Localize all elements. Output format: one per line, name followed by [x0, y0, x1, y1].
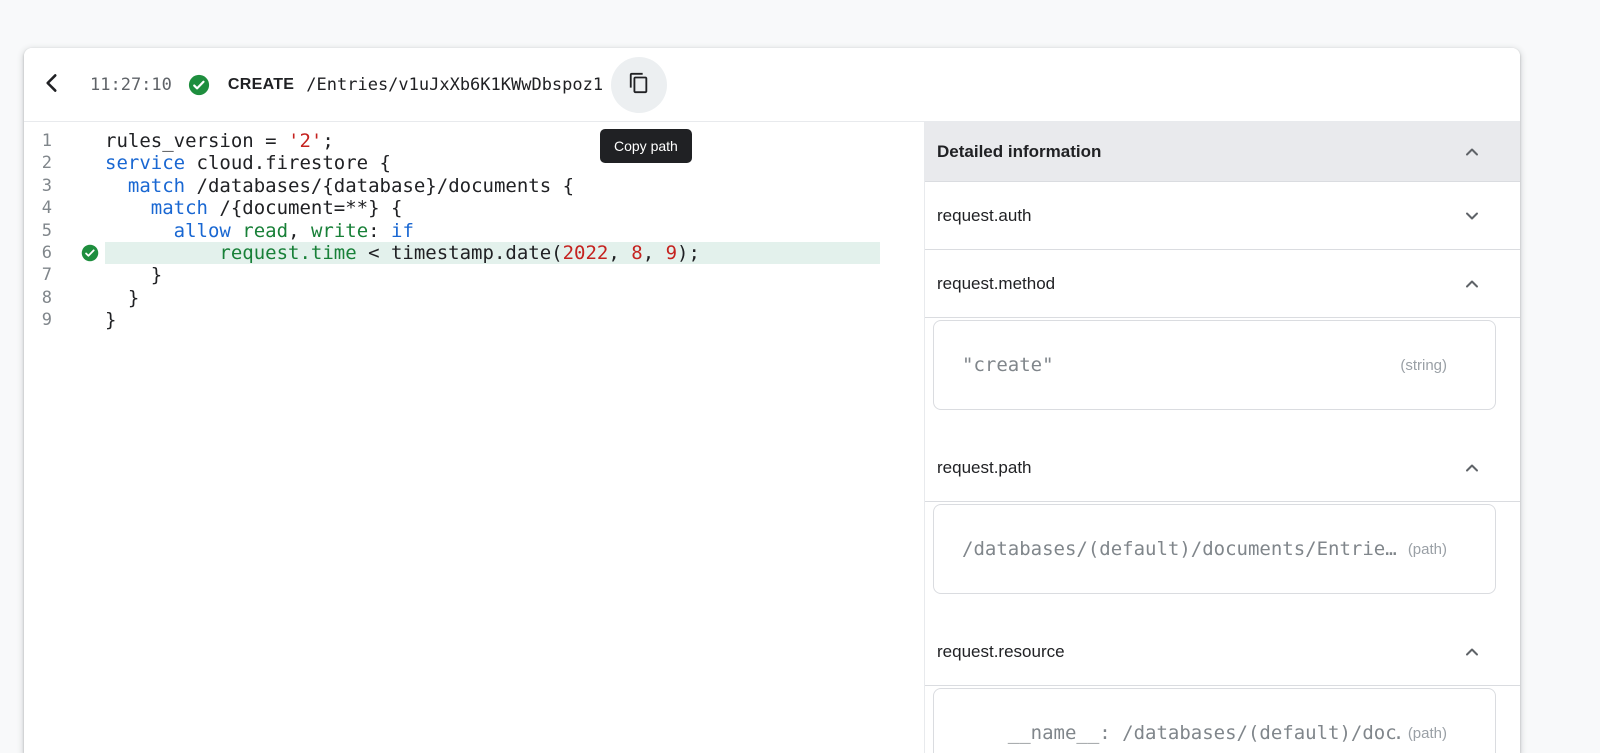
- code-lines: 1 rules_version = '2'; 2 service cloud.fire…: [24, 130, 924, 332]
- request-method-label: CREATE: [228, 76, 294, 94]
- line-number-gutter: 7: [24, 264, 105, 286]
- chevron-up-icon: [1460, 272, 1484, 296]
- code-line-8: 8 }: [24, 287, 924, 309]
- code-line-7: 7 }: [24, 264, 924, 286]
- chevron-up-icon: [1460, 456, 1484, 480]
- copy-path-tooltip: Copy path: [600, 129, 692, 163]
- chevron-up-icon: [1460, 140, 1484, 164]
- details-sections: request.auth request.method "create" (strin…: [925, 182, 1520, 753]
- section-label: request.path: [937, 458, 1032, 478]
- code-line-text: match /{document=**} {: [105, 197, 924, 219]
- line-number-gutter: 1: [24, 130, 105, 152]
- line-number: 2: [24, 152, 52, 174]
- code-line-2: 2 service cloud.firestore {: [24, 152, 924, 174]
- code-line-text: match /databases/{database}/documents {: [105, 175, 924, 197]
- line-number: 4: [24, 197, 52, 219]
- line-number-gutter: 9: [24, 309, 105, 331]
- line-number-gutter: 3: [24, 175, 105, 197]
- chevron-down-icon: [1460, 204, 1484, 228]
- line-number-gutter: 2: [24, 152, 105, 174]
- details-panel: Detailed information request.authrequest…: [924, 122, 1520, 753]
- line-number-gutter: 5: [24, 220, 105, 242]
- value-card-request-method: "create" (string): [933, 320, 1496, 410]
- copy-path-button[interactable]: [611, 57, 667, 113]
- arrow-back-icon: [39, 70, 65, 99]
- code-line-3: 3 match /databases/{database}/documents …: [24, 175, 924, 197]
- code-line-text: }: [105, 287, 924, 309]
- code-line-4: 4 match /{document=**} {: [24, 197, 924, 219]
- evaluation-header: 11:27:10 CREATE /Entries/v1uJxXb6K1KWwDb…: [24, 48, 1520, 122]
- code-line-text: allow read, write: if: [105, 220, 924, 242]
- line-number: 1: [24, 130, 52, 152]
- allow-check-circle-icon: [188, 74, 210, 96]
- copy-icon: [628, 72, 650, 97]
- code-line-text: service cloud.firestore {: [105, 152, 924, 174]
- code-line-text: rules_version = '2';: [105, 130, 924, 152]
- request-path-text: /Entries/v1uJxXb6K1KWwDbspoz1: [306, 75, 603, 95]
- code-line-text: }: [105, 264, 924, 286]
- line-number: 5: [24, 220, 52, 242]
- detailed-information-header[interactable]: Detailed information: [925, 122, 1520, 182]
- section-label: request.resource: [937, 642, 1065, 662]
- value-type-label: (path): [1400, 725, 1447, 742]
- value-type-label: (string): [1392, 357, 1447, 374]
- code-line-9: 9}: [24, 309, 924, 331]
- code-line-text: }: [105, 309, 924, 331]
- value-card-request-path: /databases/(default)/documents/Entrie…(p…: [933, 504, 1496, 594]
- rules-code-editor[interactable]: 1 rules_version = '2'; 2 service cloud.fire…: [24, 122, 924, 753]
- rules-playground-page: 11:27:10 CREATE /Entries/v1uJxXb6K1KWwDb…: [0, 0, 1600, 753]
- code-line-5: 5 allow read, write: if: [24, 220, 924, 242]
- section-header-request-resource[interactable]: request.resource: [925, 618, 1520, 686]
- value-card-request-resource: __name__: /databases/(default)/doc…(path…: [933, 688, 1496, 753]
- value-text: "create": [962, 354, 1054, 376]
- code-line-1: 1 rules_version = '2';: [24, 130, 924, 152]
- line-number-gutter: 6: [24, 242, 105, 264]
- line-number: 7: [24, 264, 52, 286]
- detailed-information-title: Detailed information: [937, 142, 1101, 162]
- code-line-6: 6 request.time < timestamp.date(2022, 8,…: [24, 242, 924, 264]
- rules-evaluation-card: 11:27:10 CREATE /Entries/v1uJxXb6K1KWwDb…: [24, 48, 1520, 753]
- section-header-request-method[interactable]: request.method: [925, 250, 1520, 318]
- rule-allowed-check-icon: [81, 244, 99, 262]
- line-number: 8: [24, 287, 52, 309]
- evaluation-timestamp: 11:27:10: [90, 75, 172, 95]
- line-number: 3: [24, 175, 52, 197]
- section-label: request.method: [937, 274, 1055, 294]
- line-number: 6: [24, 242, 52, 264]
- code-line-text: request.time < timestamp.date(2022, 8, 9…: [105, 242, 880, 264]
- line-number-gutter: 8: [24, 287, 105, 309]
- line-number: 9: [24, 309, 52, 331]
- line-number-gutter: 4: [24, 197, 105, 219]
- value-text: __name__: /databases/(default)/doc…: [962, 722, 1400, 744]
- section-label: request.auth: [937, 206, 1032, 226]
- chevron-up-icon: [1460, 640, 1484, 664]
- value-text: /databases/(default)/documents/Entrie…: [962, 538, 1397, 560]
- section-header-request-path[interactable]: request.path: [925, 434, 1520, 502]
- section-header-request-auth[interactable]: request.auth: [925, 182, 1520, 250]
- value-type-label: (path): [1400, 541, 1447, 558]
- back-button[interactable]: [28, 61, 76, 109]
- evaluation-body: 1 rules_version = '2'; 2 service cloud.fire…: [24, 122, 1520, 753]
